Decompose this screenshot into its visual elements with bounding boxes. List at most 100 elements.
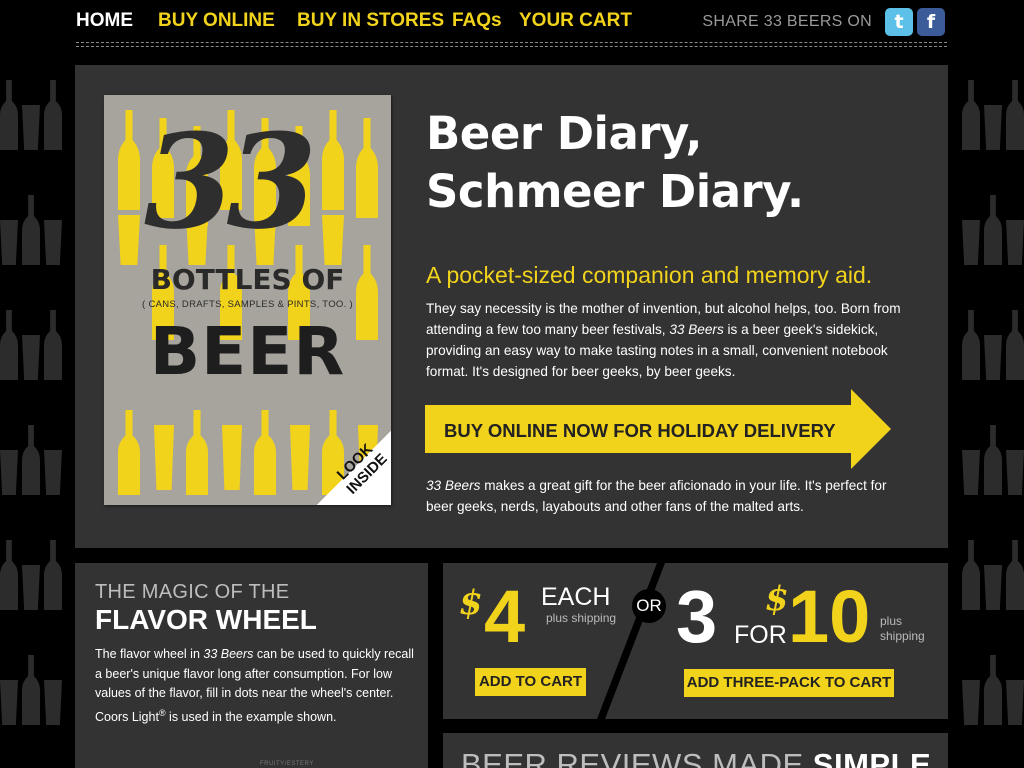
- background-bottle: [984, 425, 1002, 495]
- nav-faqs-link[interactable]: FAQs: [452, 10, 502, 32]
- background-glass: [984, 105, 1002, 150]
- cover-glass: [154, 425, 174, 490]
- gift-description-emphasis: 33 Beers: [426, 478, 481, 493]
- background-bottle: [962, 80, 980, 150]
- flavor-description-part-3: is used in the example shown.: [165, 709, 337, 724]
- background-glass: [0, 450, 18, 495]
- cover-glass: [322, 215, 344, 265]
- background-glass: [984, 565, 1002, 610]
- background-glass: [44, 220, 62, 265]
- three-pack-currency: $: [765, 579, 789, 619]
- three-pack-shipping-line-1: plus: [880, 614, 903, 628]
- three-pack-shipping-note: plus shipping: [880, 614, 925, 644]
- flavor-description: The flavor wheel in 33 Beers can be used…: [95, 645, 415, 727]
- cover-bottle: [118, 410, 140, 495]
- background-glass: [0, 680, 18, 725]
- background-glass: [962, 220, 980, 265]
- three-pack-price-value: 10: [788, 575, 871, 658]
- hero-title-line-1: Beer Diary,: [426, 107, 702, 160]
- background-bottle: [22, 425, 40, 495]
- or-badge: OR: [632, 589, 666, 623]
- background-glass: [984, 335, 1002, 380]
- background-bottle: [22, 195, 40, 265]
- flavor-kicker: THE MAGIC OF THE: [95, 581, 290, 603]
- background-glass: [962, 680, 980, 725]
- cover-glass: [290, 425, 310, 490]
- gift-description: 33 Beers makes a great gift for the beer…: [426, 475, 906, 517]
- three-pack-for: FOR: [734, 621, 787, 649]
- nav-your-cart-link[interactable]: YOUR CART: [519, 10, 632, 32]
- flavor-description-emphasis: 33 Beers: [203, 647, 254, 661]
- background-glass: [1006, 680, 1024, 725]
- cover-bottle: [118, 110, 140, 210]
- book-cover-number: 33: [144, 105, 317, 258]
- background-glass: [962, 450, 980, 495]
- add-three-pack-to-cart-button[interactable]: ADD THREE-PACK TO CART: [684, 669, 894, 697]
- three-pack-quantity: 3: [676, 575, 718, 658]
- buy-online-holiday-button[interactable]: BUY ONLINE NOW FOR HOLIDAY DELIVERY: [425, 389, 891, 469]
- background-bottle: [0, 310, 18, 380]
- flavor-wheel-label: FRUITY/ESTERY: [260, 761, 314, 767]
- single-price-shipping-note: plus shipping: [546, 611, 617, 625]
- background-bottle: [44, 80, 62, 150]
- background-bottle: [984, 655, 1002, 725]
- hero-title: Beer Diary, Schmeer Diary.: [426, 105, 804, 221]
- reviews-title: BEER REVIEWS MADE SIMPLE: [461, 747, 931, 768]
- three-pack-shipping-line-2: shipping: [880, 629, 925, 643]
- book-cover-look-inside[interactable]: 33 BOTTLES OF ( CANS, DRAFTS, SAMPLES & …: [104, 95, 391, 505]
- look-inside-badge[interactable]: LOOK INSIDE: [317, 431, 391, 505]
- gift-description-text: makes a great gift for the beer aficiona…: [426, 478, 887, 514]
- background-bottle: [22, 655, 40, 725]
- book-cover-bottles-of: BOTTLES OF: [150, 263, 345, 296]
- flavor-wheel-panel: THE MAGIC OF THE FLAVOR WHEEL The flavor…: [75, 563, 428, 768]
- hero-title-line-2: Schmeer Diary.: [426, 165, 804, 218]
- background-bottle: [1006, 310, 1024, 380]
- book-cover-subtitle: ( CANS, DRAFTS, SAMPLES & PINTS, TOO. ): [142, 299, 353, 310]
- background-bottle: [0, 540, 18, 610]
- background-glass: [44, 680, 62, 725]
- background-glass: [1006, 220, 1024, 265]
- nav-divider: [76, 42, 947, 47]
- background-glass: [22, 565, 40, 610]
- cover-bottle: [186, 410, 208, 495]
- nav-buy-in-stores-link[interactable]: BUY IN STORES: [297, 10, 444, 32]
- cover-bottle: [322, 110, 344, 210]
- registered-mark: ®: [158, 707, 166, 718]
- top-navigation: HOME BUY ONLINE BUY IN STORES FAQs YOUR …: [76, 0, 947, 47]
- background-glass: [22, 105, 40, 150]
- background-bottle: [984, 195, 1002, 265]
- flavor-title: FLAVOR WHEEL: [95, 604, 317, 635]
- single-price-each: EACH: [541, 583, 611, 611]
- single-price-currency: $: [459, 583, 483, 623]
- book-cover-beer: BEER: [149, 313, 346, 390]
- background-bottle: [962, 540, 980, 610]
- cover-glass: [222, 425, 242, 490]
- background-glass: [0, 220, 18, 265]
- hero-subtitle: A pocket-sized companion and memory aid.: [426, 262, 873, 288]
- nav-home-link[interactable]: HOME: [76, 10, 133, 32]
- add-to-cart-button[interactable]: ADD TO CART: [475, 668, 586, 696]
- single-price-value: 4: [484, 575, 526, 658]
- background-glass: [22, 335, 40, 380]
- twitter-icon[interactable]: t: [885, 8, 913, 36]
- hero-description-emphasis: 33 Beers: [669, 322, 724, 337]
- background-bottle: [44, 540, 62, 610]
- hero-panel: 33 BOTTLES OF ( CANS, DRAFTS, SAMPLES & …: [75, 65, 948, 548]
- background-bottle: [44, 310, 62, 380]
- background-bottle: [1006, 540, 1024, 610]
- cover-bottle: [356, 118, 379, 218]
- background-bottle: [962, 310, 980, 380]
- background-bottle: [0, 80, 18, 150]
- flavor-description-part-1: The flavor wheel in: [95, 647, 204, 661]
- share-label: SHARE 33 BEERS ON: [702, 13, 872, 30]
- reviews-title-light: BEER REVIEWS MADE: [461, 747, 813, 768]
- background-glass: [1006, 450, 1024, 495]
- buy-online-holiday-label: BUY ONLINE NOW FOR HOLIDAY DELIVERY: [444, 420, 836, 441]
- look-inside-label: LOOK INSIDE: [333, 440, 391, 498]
- background-glass: [44, 450, 62, 495]
- facebook-icon[interactable]: f: [917, 8, 945, 36]
- nav-buy-online-link[interactable]: BUY ONLINE: [158, 10, 275, 32]
- pricing-panel: $ 4 EACH plus shipping OR 3 FOR $ 10 plu…: [443, 563, 948, 719]
- cover-glass: [118, 215, 140, 265]
- background-bottle: [1006, 80, 1024, 150]
